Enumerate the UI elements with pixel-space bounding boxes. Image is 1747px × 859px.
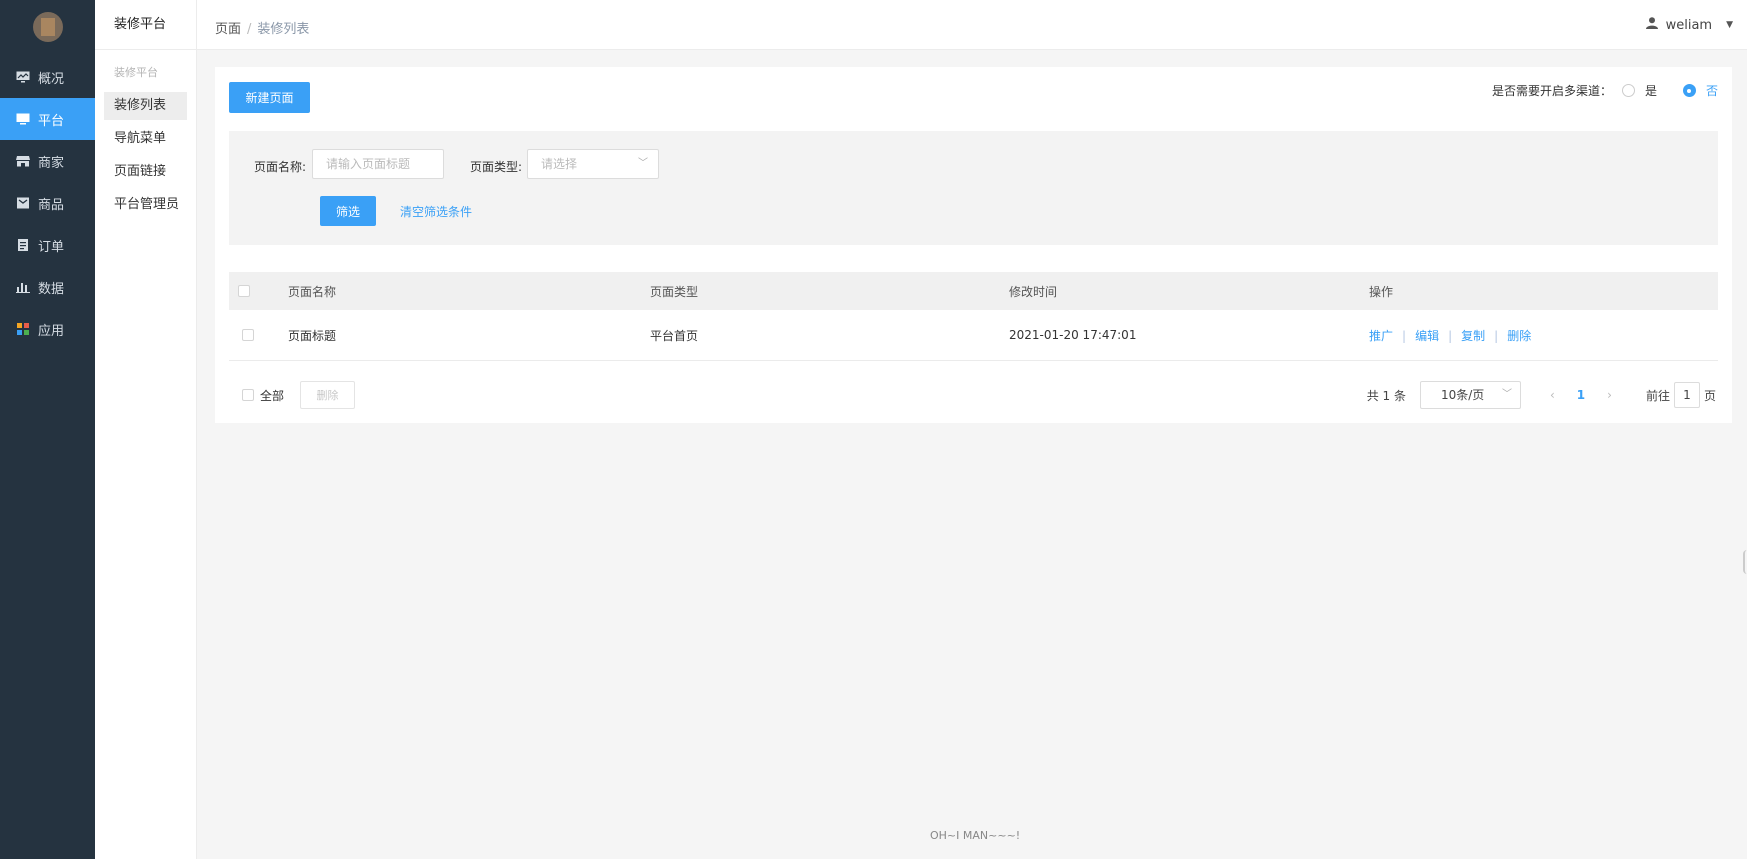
table-footer: 全部 删除 共 1 条 10条/页 ﹀ ‹ 1 › 前往 1 页 [229, 381, 1718, 411]
breadcrumb-item-current: 装修列表 [257, 22, 310, 37]
breadcrumb-separator: / [247, 22, 252, 37]
bulk-delete-button[interactable]: 删除 [300, 381, 355, 409]
divider: | [1448, 328, 1453, 343]
select-all-label: 全部 [260, 389, 285, 403]
main-sidebar: 概况 平台 商家 商品 订单 数据 应用 [0, 0, 95, 859]
radio-label: 是 [1644, 84, 1657, 98]
sidebar-item-label: 应用 [38, 323, 65, 339]
select-all-checkbox-header[interactable] [238, 285, 250, 297]
sidebar-item-label: 平台 [38, 113, 65, 129]
next-page-icon[interactable]: › [1607, 388, 1612, 402]
page-size-select[interactable]: 10条/页 ﹀ [1419, 381, 1521, 409]
sidebar-item-label: 商家 [38, 155, 65, 171]
goto-page-input[interactable]: 1 [1673, 382, 1700, 408]
pages-table: 页面名称 页面类型 修改时间 操作 页面标题 平台首页 2021-01-20 1… [229, 272, 1718, 361]
radio-circle-checked [1682, 84, 1696, 97]
total-count: 共 1 条 [1366, 388, 1406, 403]
sidebar-item-data[interactable]: 数据 [0, 266, 95, 308]
user-icon [1645, 17, 1658, 33]
scroll-edge-handle[interactable] [1743, 550, 1747, 574]
radio-label: 否 [1705, 84, 1718, 98]
edit-link[interactable]: 编辑 [1415, 329, 1439, 343]
subbar-item-decoration-list[interactable]: 装修列表 [104, 92, 187, 120]
sidebar-item-label: 商品 [38, 197, 65, 213]
page-unit-label: 页 [1703, 388, 1716, 403]
goto-label: 前往 [1645, 388, 1670, 403]
header-page-name: 页面名称 [288, 284, 337, 299]
filter-button[interactable]: 筛选 [320, 196, 376, 226]
chevron-down-icon: ﹀ [638, 158, 648, 169]
subbar-group-label: 装修平台 [114, 66, 158, 79]
divider: | [1494, 328, 1499, 343]
sidebar-item-label: 概况 [38, 71, 65, 87]
filter-panel: 页面名称: 请输入页面标题 页面类型: 请选择 ﹀ 筛选 清空筛选条件 [229, 131, 1718, 245]
table-row: 页面标题 平台首页 2021-01-20 17:47:01 推广 | 编辑 | 复制 | 删… [229, 310, 1718, 361]
sidebar-item-overview[interactable]: 概况 [0, 56, 95, 98]
select-all-checkbox[interactable] [242, 389, 254, 401]
caret-down-icon: ▼ [1726, 20, 1733, 30]
sidebar-item-label: 订单 [38, 239, 65, 255]
cell-modified-time: 2021-01-20 17:47:01 [1009, 328, 1137, 342]
store-icon [16, 155, 30, 167]
top-bar: 页面 / 装修列表 weliam ▼ [197, 0, 1747, 50]
sidebar-item-order[interactable]: 订单 [0, 224, 95, 266]
order-icon [16, 239, 30, 251]
main-card: 新建页面 是否需要开启多渠道： 是 否 页面名称: 请输入页面标题 页面类型: … [215, 67, 1732, 423]
page-name-input[interactable]: 请输入页面标题 [312, 149, 444, 179]
new-page-button[interactable]: 新建页面 [229, 82, 310, 113]
promote-link[interactable]: 推广 [1369, 329, 1393, 343]
row-actions: 推广 | 编辑 | 复制 | 删除 [1369, 327, 1531, 344]
username: weliam [1665, 17, 1713, 33]
sidebar-item-platform[interactable]: 平台 [0, 98, 95, 140]
sidebar-item-merchant[interactable]: 商家 [0, 140, 95, 182]
header-actions: 操作 [1369, 284, 1394, 299]
clear-filter-link[interactable]: 清空筛选条件 [400, 203, 472, 220]
monitor-icon [16, 71, 30, 83]
divider: | [1402, 328, 1407, 343]
header-modified-time: 修改时间 [1009, 284, 1058, 299]
radio-circle [1621, 84, 1635, 97]
app-logo [32, 12, 63, 42]
page-type-select[interactable]: 请选择 ﹀ [527, 149, 659, 179]
subbar-title: 装修平台 [95, 0, 196, 50]
cell-page-type: 平台首页 [650, 328, 699, 343]
apps-icon [16, 323, 30, 335]
breadcrumb-item-page[interactable]: 页面 [215, 22, 241, 37]
copy-link[interactable]: 复制 [1461, 329, 1485, 343]
breadcrumb: 页面 / 装修列表 [215, 18, 309, 37]
subbar-item-page-links[interactable]: 页面链接 [104, 158, 187, 186]
prev-page-icon[interactable]: ‹ [1550, 388, 1555, 402]
desktop-icon [16, 113, 30, 125]
sidebar-item-product[interactable]: 商品 [0, 182, 95, 224]
product-icon [16, 197, 30, 209]
delete-link[interactable]: 删除 [1507, 329, 1531, 343]
row-checkbox[interactable] [242, 329, 254, 341]
channel-label: 是否需要开启多渠道： [1491, 84, 1612, 98]
header-page-type: 页面类型 [650, 284, 699, 299]
page-size-value: 10条/页 [1440, 388, 1485, 402]
chevron-down-icon: ﹀ [1501, 389, 1512, 400]
page-name-label: 页面名称: [254, 160, 307, 174]
subbar-item-platform-admin[interactable]: 平台管理员 [104, 191, 187, 219]
user-menu[interactable]: weliam ▼ [1645, 17, 1733, 33]
page-type-placeholder: 请选择 [541, 157, 578, 171]
channel-radio-group: 是否需要开启多渠道： 是 否 [1492, 82, 1718, 99]
sidebar-item-label: 数据 [38, 281, 65, 297]
table-header: 页面名称 页面类型 修改时间 操作 [229, 272, 1718, 310]
page-type-label: 页面类型: [470, 160, 523, 174]
copyright-text: OH~I MAN~~~! [930, 829, 1021, 842]
pagination: 共 1 条 10条/页 ﹀ ‹ 1 › 前往 1 页 [1367, 381, 1716, 409]
channel-radio-yes[interactable]: 是 [1621, 82, 1657, 99]
secondary-sidebar: 装修平台 装修平台 装修列表 导航菜单 页面链接 平台管理员 [95, 0, 197, 859]
cell-page-name: 页面标题 [288, 328, 337, 343]
chart-icon [16, 281, 30, 293]
subbar-item-nav-menu[interactable]: 导航菜单 [104, 125, 187, 153]
sidebar-item-apps[interactable]: 应用 [0, 308, 95, 350]
page-number-current[interactable]: 1 [1577, 388, 1585, 402]
channel-radio-no[interactable]: 否 [1682, 82, 1718, 99]
